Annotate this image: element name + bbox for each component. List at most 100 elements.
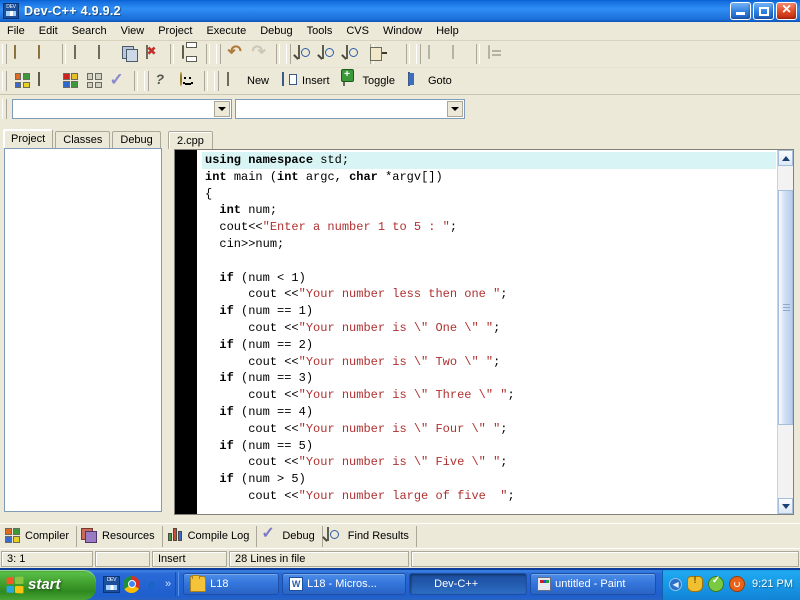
code-line[interactable]: if (num == 5) — [202, 438, 776, 455]
insert-button[interactable]: Insert — [279, 70, 336, 92]
output-tab-compile-log[interactable]: Compile Log — [163, 525, 258, 547]
code-line[interactable]: if (num == 3) — [202, 370, 776, 387]
about-icon[interactable] — [177, 70, 199, 92]
code-line[interactable]: if (num == 1) — [202, 303, 776, 320]
open-project-icon[interactable] — [35, 43, 57, 65]
open-file-icon[interactable] — [95, 43, 117, 65]
quicklaunch-chrome-icon[interactable] — [123, 575, 140, 593]
code-editor[interactable]: using namespace std; int main (int argc, … — [174, 149, 794, 515]
code-line[interactable]: { — [202, 186, 776, 203]
menu-item-tools[interactable]: Tools — [300, 23, 340, 39]
window-icon[interactable] — [35, 70, 57, 92]
tile-icon[interactable] — [83, 70, 105, 92]
scroll-down-button[interactable] — [778, 498, 793, 514]
code-line[interactable]: cout <<"Your number is \" Four \" "; — [202, 421, 776, 438]
next-page-icon[interactable] — [449, 43, 471, 65]
code-line[interactable]: using namespace std; — [202, 152, 776, 169]
menu-item-execute[interactable]: Execute — [199, 23, 253, 39]
compile-check-icon[interactable] — [107, 70, 129, 92]
security-shield-icon[interactable] — [687, 575, 704, 592]
code-line[interactable]: if (num == 4) — [202, 404, 776, 421]
toolbar-grip[interactable] — [286, 44, 291, 64]
code-line[interactable]: if (num < 1) — [202, 270, 776, 287]
help-icon[interactable] — [153, 70, 175, 92]
properties-icon[interactable] — [485, 43, 507, 65]
find-icon[interactable] — [295, 43, 317, 65]
print-icon[interactable] — [179, 43, 201, 65]
toolbar-grip[interactable] — [216, 44, 221, 64]
color-grid-icon[interactable] — [59, 70, 81, 92]
update-icon[interactable] — [729, 576, 746, 592]
code-line[interactable]: cout <<"Your number is \" One \" "; — [202, 320, 776, 337]
toggle-button[interactable]: Toggle — [340, 70, 401, 92]
save-file-icon[interactable] — [119, 43, 141, 65]
class-browser-combo[interactable] — [12, 99, 232, 119]
quicklaunch-devcpp-icon[interactable] — [103, 575, 120, 593]
code-line[interactable]: cout <<"Your number large of five "; — [202, 488, 776, 505]
code-line[interactable]: cout <<"Your number is \" Three \" "; — [202, 387, 776, 404]
new-button[interactable]: New — [224, 70, 275, 92]
scrollbar-thumb[interactable] — [778, 190, 793, 425]
new-file-icon[interactable] — [71, 43, 93, 65]
panel-tab-debug[interactable]: Debug — [112, 131, 161, 148]
start-button[interactable]: start — [0, 569, 96, 600]
toolbar-grip[interactable] — [2, 44, 7, 64]
taskbar-button-l18-micros[interactable]: W L18 - Micros... — [282, 573, 407, 595]
taskbar-clock[interactable]: 9:21 PM — [752, 578, 793, 590]
code-line[interactable]: int num; — [202, 202, 776, 219]
toolbar-grip[interactable] — [144, 71, 149, 91]
toolbar-grip[interactable] — [2, 99, 7, 119]
vertical-scrollbar[interactable] — [777, 150, 793, 514]
code-text[interactable]: using namespace std; int main (int argc, … — [202, 150, 776, 514]
close-file-icon[interactable] — [143, 43, 165, 65]
scroll-up-button[interactable] — [778, 150, 793, 166]
new-project-icon[interactable] — [11, 43, 33, 65]
menu-item-project[interactable]: Project — [151, 23, 199, 39]
taskbar-button-l18[interactable]: L18 — [183, 573, 280, 595]
menu-item-cvs[interactable]: CVS — [339, 23, 376, 39]
taskbar-button-untitled-paint[interactable]: untitled - Paint — [530, 573, 657, 595]
menu-item-help[interactable]: Help — [429, 23, 466, 39]
goto-line-icon[interactable] — [379, 43, 401, 65]
toolbar-grip[interactable] — [214, 71, 219, 91]
code-line[interactable] — [202, 253, 776, 270]
close-button[interactable] — [776, 1, 797, 20]
panel-tab-project[interactable]: Project — [3, 129, 54, 148]
toolbar-grip[interactable] — [2, 71, 7, 91]
menu-item-file[interactable]: File — [0, 23, 32, 39]
code-line[interactable]: cin>>num; — [202, 236, 776, 253]
file-tab-2-cpp[interactable]: 2.cpp — [168, 131, 213, 149]
replace-icon[interactable] — [343, 43, 365, 65]
output-tab-compiler[interactable]: Compiler — [0, 525, 78, 547]
chevron-down-icon[interactable] — [214, 101, 230, 117]
previous-page-icon[interactable] — [425, 43, 447, 65]
output-tab-debug[interactable]: Debug — [257, 525, 323, 547]
goto-button[interactable]: Goto — [405, 70, 458, 92]
menu-item-window[interactable]: Window — [376, 23, 429, 39]
chevron-right-icon[interactable]: » — [165, 578, 171, 590]
code-line[interactable]: cout <<"Your number is \" Five \" "; — [202, 454, 776, 471]
member-combo[interactable] — [235, 99, 465, 119]
code-line[interactable]: cout <<"Your number less then one "; — [202, 286, 776, 303]
code-line[interactable]: if (num > 5) — [202, 471, 776, 488]
code-line[interactable]: cout<<"Enter a number 1 to 5 : "; — [202, 219, 776, 236]
undo-icon[interactable] — [225, 43, 247, 65]
code-line[interactable]: if (num == 2) — [202, 337, 776, 354]
chevron-down-icon[interactable] — [447, 101, 463, 117]
code-line[interactable]: int main (int argc, char *argv[]) — [202, 169, 776, 186]
minimize-button[interactable] — [730, 2, 751, 20]
code-line[interactable]: cout <<"Your number is \" Two \" "; — [202, 354, 776, 371]
antivirus-check-icon[interactable] — [708, 575, 725, 592]
panel-tab-classes[interactable]: Classes — [55, 131, 111, 148]
output-tab-resources[interactable]: Resources — [77, 525, 163, 547]
find-next-icon[interactable] — [319, 43, 341, 65]
output-tab-find-results[interactable]: Find Results — [323, 525, 417, 547]
menu-item-view[interactable]: View — [114, 23, 152, 39]
project-tree[interactable] — [4, 148, 162, 512]
maximize-button[interactable] — [753, 2, 774, 20]
quicklaunch-ie-icon[interactable]: e — [143, 576, 160, 593]
tray-expand-icon[interactable]: ◀ — [669, 577, 683, 591]
menu-item-edit[interactable]: Edit — [32, 23, 65, 39]
project-manager-icon[interactable] — [11, 70, 33, 92]
taskbar-button-dev-c[interactable]: Dev-C++ — [409, 573, 528, 595]
